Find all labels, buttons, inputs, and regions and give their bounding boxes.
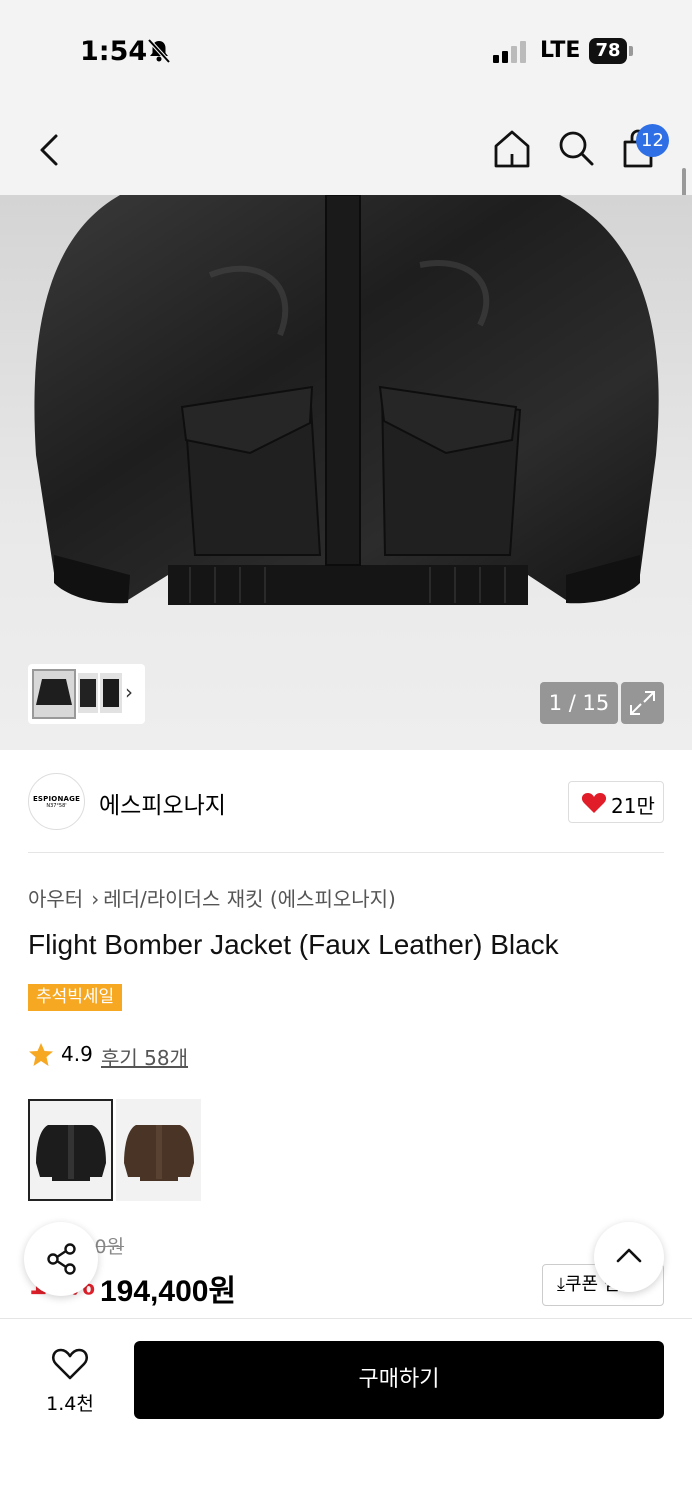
brand-logo-text: ESPIONAGE [32,795,81,803]
battery-tip [629,46,633,56]
breadcrumb-subcategory[interactable]: 레더/라이더스 재킷 (에스피오나지) [103,887,396,911]
buy-button[interactable]: 구매하기 [134,1341,664,1419]
jacket-brown-thumbnail [124,1125,194,1181]
color-option-black[interactable] [28,1099,113,1201]
jacket-thumbnail-photo [36,679,72,705]
heart-outline-icon [51,1348,89,1380]
brand-logo[interactable]: ESPIONAGE N37°58' [28,773,85,830]
chevron-up-icon [616,1248,642,1263]
back-arrow-icon[interactable] [34,130,64,170]
download-icon: ⤓ [557,1274,565,1295]
expand-button[interactable] [621,682,664,724]
heart-filled-icon [581,793,607,813]
divider [28,852,664,853]
bottom-action-bar: 1.4천 구매하기 [0,1318,692,1500]
reviews-link[interactable]: 후기 58개 [101,1042,188,1071]
gallery-thumbnail-strip[interactable]: › [28,664,145,724]
product-image-gallery[interactable]: › 1 / 15 [0,195,692,750]
status-bar: 1:54 LTE 78 [0,0,692,100]
brand-like-count: 21만 [611,794,655,818]
chevron-right-icon: › [91,887,100,911]
jacket-thumbnail-photo [80,679,96,707]
product-title: Flight Bomber Jacket (Faux Leather) Blac… [28,929,559,960]
share-icon [47,1243,76,1275]
gallery-thumbnail[interactable] [32,669,76,719]
top-nav: 12 [0,100,692,195]
brand-like-button[interactable]: 21만 [568,781,664,823]
breadcrumb-category[interactable]: 아우터 [28,887,83,911]
cart-count-badge: 12 [636,124,669,157]
jacket-black-thumbnail [36,1125,106,1181]
wishlist-button[interactable]: 1.4천 [28,1347,112,1416]
image-counter: 1 / 15 [540,682,618,724]
breadcrumb: 아우터 › 레더/라이더스 재킷 (에스피오나지) [28,883,396,912]
sale-tag: 추석빅세일 [28,984,123,1011]
chevron-right-icon[interactable]: › [125,680,133,704]
expand-icon [630,691,655,715]
signal-icon [493,41,526,63]
sale-price: 194,400원 [100,1275,237,1308]
brand-name[interactable]: 에스피오나지 [99,786,226,820]
color-option-brown[interactable] [116,1099,201,1201]
bell-muted-icon [147,38,171,64]
status-time: 1:54 [80,36,148,67]
jacket-thumbnail-photo [103,679,119,707]
network-type: LTE [540,38,581,63]
battery-icon: 78 [589,38,627,64]
wishlist-count: 1.4천 [46,1393,94,1415]
scroll-top-button[interactable] [594,1222,664,1292]
brand-logo-subtext: N37°58' [46,803,67,809]
search-icon[interactable] [556,128,596,170]
home-icon[interactable] [492,128,532,170]
star-icon [29,1043,53,1066]
share-button[interactable] [24,1222,98,1296]
rating-score: 4.9 [61,1042,93,1066]
gallery-thumbnail[interactable] [100,673,122,713]
gallery-thumbnail[interactable] [78,673,98,713]
